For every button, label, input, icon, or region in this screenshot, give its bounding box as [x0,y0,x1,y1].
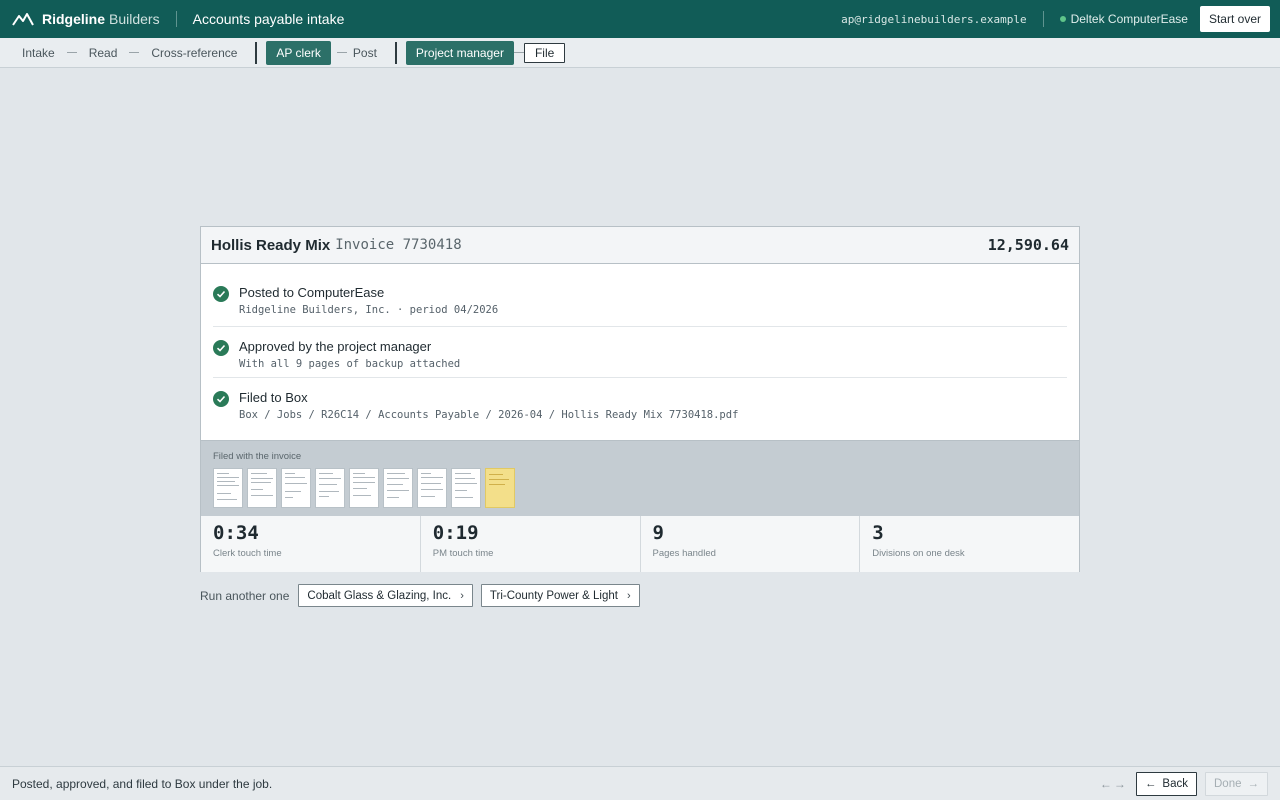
header-divider [1042,11,1044,27]
page-thumbnail[interactable] [349,468,379,508]
back-button[interactable]: ← Back [1135,771,1197,796]
stat-pm-touch-time: 0:19 PM touch time [421,516,641,572]
check-item-filed: Filed to Box Box / Jobs / R26C14 / Accou… [213,378,1067,429]
chevron-right-icon: › [626,589,631,602]
user-email: ap@ridgelinebuilders.example [841,12,1027,26]
stat-pages-handled: 9 Pages handled [641,516,861,572]
status-footer: Posted, approved, and filed to Box under… [0,766,1280,800]
stat-value: 0:34 [213,522,259,544]
done-label: Done [1214,777,1242,790]
app-header: Ridgeline Builders Accounts payable inta… [0,0,1280,38]
filed-label: Filed with the invoice [213,451,302,462]
check-title: Approved by the project manager [239,339,432,354]
header-divider [175,11,177,27]
invoice-result-card: Hollis Ready Mix Invoice 7730418 12,590.… [200,226,1080,572]
stat-value: 3 [872,522,884,544]
run-another-row: Run another one Cobalt Glass & Glazing, … [200,584,648,607]
stat-divisions: 3 Divisions on one desk [860,516,1079,572]
check-item-approved: Approved by the project manager With all… [213,327,1067,378]
sticky-note-thumbnail[interactable] [485,468,515,508]
vendor-name: Hollis Ready Mix [211,236,331,254]
page-title: Accounts payable intake [192,11,345,27]
mountain-logo-icon [12,13,34,26]
page-thumbnail[interactable] [451,468,481,508]
check-title: Filed to Box [239,390,308,405]
step-connector [66,52,77,53]
check-detail: With all 9 pages of backup attached [239,358,461,370]
completion-checklist: Posted to ComputerEase Ridgeline Builder… [201,264,1079,429]
step-cross-reference[interactable]: Cross-reference [151,46,237,60]
step-project-manager[interactable]: Project manager [405,40,514,65]
step-connector [336,52,347,53]
stat-value: 9 [652,522,664,544]
step-group-divider [394,41,397,64]
step-intake[interactable]: Intake [22,46,55,60]
back-label: Back [1162,777,1188,790]
step-connector [513,52,524,53]
invoice-amount: 12,590.64 [987,236,1069,254]
run-vendor-label: Tri-County Power & Light [489,589,618,602]
brand: Ridgeline Builders [12,11,160,27]
check-title: Posted to ComputerEase [239,285,385,300]
check-detail: Ridgeline Builders, Inc. · period 04/202… [239,304,499,316]
done-button[interactable]: Done → [1205,771,1268,796]
check-item-posted: Posted to ComputerEase Ridgeline Builder… [213,264,1067,327]
run-vendor-button-tri-county[interactable]: Tri-County Power & Light › [480,584,640,607]
workflow-steps: Intake Read Cross-reference AP clerk Pos… [0,38,1280,68]
page-thumbnail[interactable] [417,468,447,508]
page-thumbnail[interactable] [247,468,277,508]
page-thumbnail[interactable] [315,468,345,508]
step-file[interactable]: File [523,42,566,63]
step-connector [129,52,140,53]
run-another-label: Run another one [200,588,290,603]
invoice-header: Hollis Ready Mix Invoice 7730418 12,590.… [201,227,1079,264]
stat-value: 0:19 [432,522,479,544]
step-group-divider [255,41,258,64]
check-circle-icon [213,286,229,302]
check-circle-icon [213,391,229,407]
run-vendor-button-cobalt[interactable]: Cobalt Glass & Glazing, Inc. › [298,584,473,607]
page-thumbnails [213,468,1067,508]
connection-status-dot-icon [1059,16,1066,22]
run-vendor-label: Cobalt Glass & Glazing, Inc. [307,589,452,602]
stat-label: PM touch time [432,548,494,559]
invoice-number: Invoice 7730418 [335,237,462,253]
stats-row: 0:34 Clerk touch time 0:19 PM touch time… [201,516,1079,572]
brand-sub: Builders [109,11,160,27]
chevron-right-icon: › [460,589,464,602]
start-over-button[interactable]: Start over [1199,6,1270,32]
step-ap-clerk[interactable]: AP clerk [266,40,331,65]
stat-label: Divisions on one desk [872,548,965,559]
page-thumbnail[interactable] [383,468,413,508]
stat-label: Clerk touch time [213,548,282,559]
connected-system: Deltek ComputerEase [1070,12,1188,26]
step-read[interactable]: Read [89,46,118,60]
page-thumbnail[interactable] [281,468,311,508]
arrow-keys-hint-icon: ←→ [1099,776,1128,791]
stat-label: Pages handled [652,548,716,559]
arrow-right-icon: → [1247,777,1260,790]
stat-clerk-touch-time: 0:34 Clerk touch time [201,516,421,572]
page-thumbnail[interactable] [213,468,243,508]
arrow-left-icon: ← [1144,777,1157,790]
step-post[interactable]: Post [353,46,377,60]
status-message: Posted, approved, and filed to Box under… [12,776,273,791]
brand-name: Ridgeline [42,11,106,27]
filed-pages-strip: Filed with the invoice [201,440,1079,516]
check-circle-icon [213,340,229,356]
box-file-path: Box / Jobs / R26C14 / Accounts Payable /… [239,409,739,421]
